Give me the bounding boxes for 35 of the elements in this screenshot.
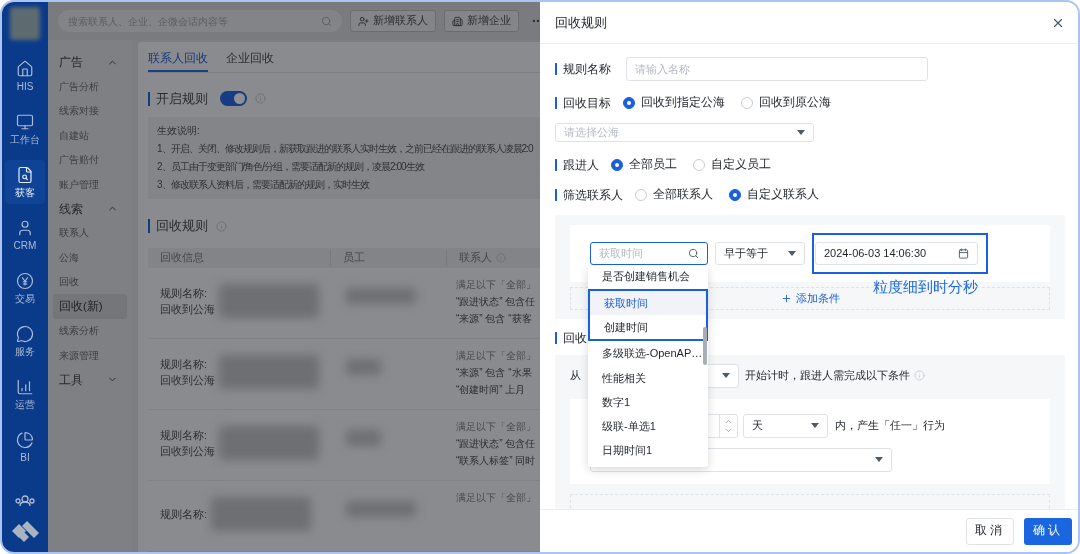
behavior-text: 内，产生「任一」行为	[835, 418, 945, 434]
table-cell-text: 规则名称:	[160, 507, 207, 522]
table-cell-text: 规则名称:	[160, 428, 208, 443]
annotation-text: 粒度细到时分秒	[873, 276, 978, 297]
table-cell-text: “联系人标签” 同时	[456, 454, 536, 468]
radio-label: 自定义员工	[711, 156, 771, 172]
table-cell-text: 回收到公海	[160, 373, 215, 388]
notice-line: 1、开启、关闭、修改规则后，新获取跟进的联系人实时生效，之前已经在跟进的联系人凌晨2:0	[157, 141, 534, 156]
radio-label: 全部联系人	[653, 186, 713, 202]
table-cell-text: 规则名称:	[160, 357, 208, 372]
table-cell-text: “来源” 包含 “获客	[456, 312, 533, 326]
table-cell-text: “跟进状态” 包含任	[456, 295, 536, 309]
table-cell-text: 规则名称:	[160, 286, 208, 301]
table-cell-text: 回收到公海	[160, 444, 215, 459]
table-cell-text: “跟进状态” 包含任	[456, 437, 536, 451]
notice-line: 3、修改联系人资料后，需要适配新的规则，实时生效	[157, 177, 371, 192]
section-label: 跟进人	[555, 158, 599, 171]
section-label: 回收目标	[555, 97, 611, 109]
section-label: 回收规则	[148, 219, 208, 234]
radio-label: 全部员工	[629, 156, 677, 172]
radio-label: 自定义联系人	[747, 186, 819, 202]
table-cell-text: “来源” 包含 “水果	[456, 366, 533, 380]
radio-label: 回收到原公海	[759, 95, 831, 111]
from-label: 从	[570, 368, 581, 384]
table-cell-text: “创建时间” 上月	[456, 383, 527, 397]
section-label: 回收	[555, 331, 587, 344]
timing-text: 开始计时，跟进人需完成以下条件	[745, 368, 910, 384]
drawer-title: 回收规则	[555, 13, 607, 32]
section-label: 规则名称	[555, 63, 611, 75]
radio-label: 回收到指定公海	[641, 95, 725, 111]
table-cell-text: 回收到公海	[160, 302, 215, 317]
section-label: 筛选联系人	[555, 188, 623, 201]
notice-line: 2、员工由于变更部门/角色/分组，需要适配新的规则，凌晨2:00生效	[157, 159, 426, 174]
section-label: 开启规则	[148, 91, 208, 106]
notice-title: 生效说明:	[157, 123, 201, 138]
